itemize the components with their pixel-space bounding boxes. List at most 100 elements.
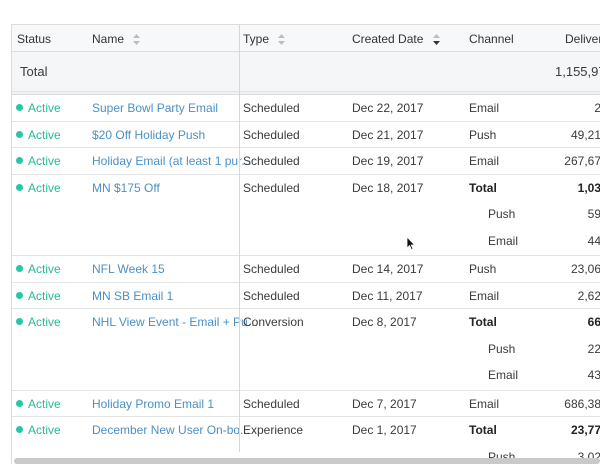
created-date-cell: Dec 11, 2017 (352, 288, 423, 303)
mouse-cursor-icon (406, 235, 416, 254)
type-cell: Scheduled (243, 288, 300, 303)
status-label: Active (28, 423, 61, 437)
sort-desc-icon[interactable] (432, 34, 440, 46)
delivered-cell: 49,21 (570, 127, 600, 142)
table-row: Active MN $175 Off Scheduled Dec 18, 2017 To… (12, 175, 600, 256)
type-cell: Experience (243, 423, 304, 437)
active-status-dot-icon (16, 183, 23, 191)
status-cell: Active (16, 397, 61, 411)
delivered-cell: 686,38 (564, 396, 600, 411)
channel-cell: Email (469, 396, 500, 411)
table-row: Active December New User On-bo... Experien… (12, 417, 600, 464)
header-channel[interactable]: Channel (469, 32, 514, 46)
status-label: Active (28, 288, 61, 303)
channel-cell: Push (469, 127, 497, 142)
created-date-cell: Dec 18, 2017 (352, 180, 424, 195)
header-name[interactable]: Name (92, 32, 141, 46)
status-cell: Active (16, 181, 61, 195)
channel-cell: Total (469, 315, 497, 329)
header-name-label: Name (92, 32, 125, 46)
sub-delivered-cell: 59 (587, 207, 600, 221)
status-cell: Active (16, 315, 61, 329)
campaign-name-link[interactable]: Holiday Email (at least 1 pur... (92, 154, 251, 168)
header-created-date[interactable]: Created Date (352, 32, 440, 46)
delivered-cell: 2,62 (577, 288, 600, 303)
status-label: Active (28, 101, 61, 115)
campaign-name-link[interactable]: MN SB Email 1 (92, 289, 173, 303)
sub-channel-cell: Email (488, 368, 519, 382)
frozen-column-divider (239, 25, 240, 452)
active-status-dot-icon (16, 157, 23, 164)
campaign-table: Status Name Type Created Date Channel De… (11, 24, 600, 464)
sort-icon[interactable] (278, 34, 286, 46)
channel-cell: Total (469, 423, 497, 437)
table-row: Active MN SB Email 1 Scheduled Dec 11, 2017… (12, 283, 600, 309)
horizontal-scrollbar[interactable] (14, 458, 600, 464)
delivered-cell: 23,77 (570, 423, 600, 437)
status-cell: Active (16, 154, 61, 168)
delivered-cell: 23,06 (570, 262, 600, 276)
sub-channel-cell: Email (488, 233, 519, 248)
type-cell: Scheduled (243, 154, 300, 168)
status-label: Active (28, 315, 61, 329)
created-date-cell: Dec 19, 2017 (352, 154, 424, 168)
header-created-label: Created Date (352, 32, 424, 46)
table-row: Active Super Bowl Party Email Scheduled Dec… (12, 95, 600, 122)
created-date-cell: Dec 22, 2017 (352, 101, 424, 115)
active-status-dot-icon (16, 426, 23, 433)
header-type-label: Type (243, 32, 270, 46)
header-status[interactable]: Status (17, 32, 51, 46)
status-label: Active (28, 396, 61, 411)
table-row: Active $20 Off Holiday Push Scheduled Dec 2… (12, 122, 600, 148)
created-date-cell: Dec 14, 2017 (352, 262, 424, 276)
campaign-name-link[interactable]: NHL View Event - Email + Pu... (92, 315, 258, 329)
delivered-cell: 267,67 (564, 154, 600, 168)
sub-channel-cell: Push (488, 207, 516, 221)
sub-delivered-cell: 44 (587, 233, 600, 248)
active-status-dot-icon (16, 104, 23, 111)
created-date-cell: Dec 21, 2017 (352, 127, 424, 142)
campaign-name-link[interactable]: Super Bowl Party Email (92, 101, 218, 115)
active-status-dot-icon (16, 318, 23, 325)
status-cell: Active (16, 262, 61, 276)
sort-icon[interactable] (133, 34, 141, 46)
campaign-name-link[interactable]: MN $175 Off (92, 181, 160, 195)
total-label: Total (20, 64, 48, 79)
type-cell: Scheduled (243, 262, 300, 276)
status-label: Active (28, 262, 61, 276)
status-label: Active (28, 154, 61, 168)
header-delivered[interactable]: Delivere (565, 32, 600, 46)
active-status-dot-icon (16, 130, 23, 138)
channel-cell: Push (469, 262, 497, 276)
channel-cell: Email (469, 154, 500, 168)
campaign-name-link[interactable]: NFL Week 15 (92, 262, 165, 276)
created-date-cell: Dec 1, 2017 (352, 423, 417, 437)
status-label: Active (28, 127, 61, 142)
header-type[interactable]: Type (243, 32, 286, 46)
type-cell: Scheduled (243, 101, 300, 115)
total-delivered: 1,155,97 (555, 64, 600, 79)
created-date-cell: Dec 8, 2017 (352, 315, 417, 329)
sub-channel-cell: Push (488, 341, 516, 356)
table-header: Status Name Type Created Date Channel De… (12, 25, 600, 52)
sub-delivered-cell: 22 (587, 341, 600, 356)
table-row: Active NFL Week 15 Scheduled Dec 14, 2017 Pu… (12, 256, 600, 283)
campaign-name-link[interactable]: Holiday Promo Email 1 (92, 397, 214, 411)
type-cell: Scheduled (243, 396, 300, 411)
table-row: Active NHL View Event - Email + Pu... Conv… (12, 309, 600, 391)
channel-cell: Email (469, 101, 500, 115)
delivered-cell: 66 (587, 315, 600, 329)
campaign-name-link[interactable]: $20 Off Holiday Push (92, 128, 205, 142)
type-cell: Conversion (243, 315, 304, 329)
table-row: Active Holiday Email (at least 1 pur... Sc… (12, 148, 600, 175)
sub-delivered-cell: 43 (587, 368, 600, 382)
delivered-cell: 1,03 (577, 180, 600, 195)
campaign-name-link[interactable]: December New User On-bo... (92, 423, 250, 437)
channel-cell: Email (469, 288, 500, 303)
status-cell: Active (16, 423, 61, 437)
type-cell: Scheduled (243, 127, 300, 142)
status-cell: Active (16, 289, 61, 303)
status-label: Active (28, 180, 61, 195)
active-status-dot-icon (16, 399, 23, 407)
status-cell: Active (16, 128, 61, 142)
